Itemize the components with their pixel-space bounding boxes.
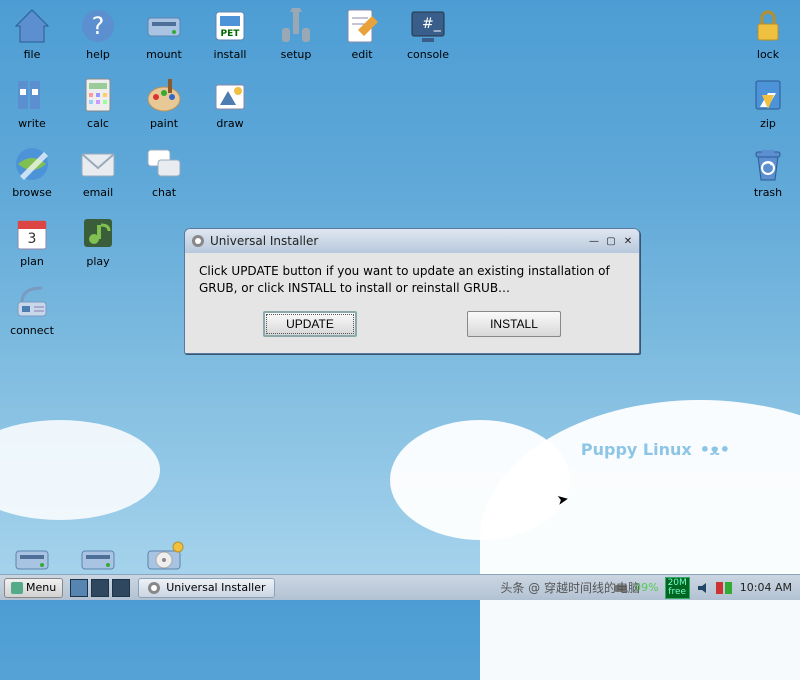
desktop-icon-calc[interactable]: calc — [76, 75, 120, 130]
desktop-icon-email[interactable]: email — [76, 144, 120, 199]
dialog-titlebar[interactable]: Universal Installer — ▢ ✕ — [185, 229, 639, 253]
clock: 10:04 AM — [740, 581, 792, 594]
icon-label: write — [18, 117, 46, 130]
lock-icon — [748, 6, 788, 46]
menu-button[interactable]: Menu — [4, 578, 63, 598]
installer-icon — [191, 234, 205, 248]
taskbar-item-installer[interactable]: Universal Installer — [138, 578, 274, 598]
setup-icon — [276, 6, 316, 46]
universal-installer-dialog: Universal Installer — ▢ ✕ Click UPDATE b… — [184, 228, 640, 354]
svg-text:?: ? — [92, 12, 105, 40]
install-icon: PET — [210, 6, 250, 46]
installer-icon — [147, 581, 161, 595]
help-icon: ? — [78, 6, 118, 46]
zip-icon — [748, 75, 788, 115]
icon-label: console — [407, 48, 449, 61]
taskbar: Menu Universal Installer 99% 20Mfree 10:… — [0, 574, 800, 600]
virtual-desktop-3[interactable] — [112, 579, 130, 597]
console-icon: #_ — [408, 6, 448, 46]
icon-label: help — [86, 48, 110, 61]
icon-label: paint — [150, 117, 178, 130]
disk-icon — [12, 539, 52, 579]
virtual-desktop-1[interactable] — [70, 579, 88, 597]
dialog-body: Click UPDATE button if you want to updat… — [185, 253, 639, 305]
desktop-icon-install[interactable]: PET install — [208, 6, 252, 61]
browse-icon — [12, 144, 52, 184]
trash-icon — [748, 144, 788, 184]
edit-icon — [342, 6, 382, 46]
desktop-icon-help[interactable]: ? help — [76, 6, 120, 61]
menu-icon — [11, 582, 23, 594]
icon-label: trash — [754, 186, 782, 199]
icon-label: lock — [757, 48, 779, 61]
play-icon — [78, 213, 118, 253]
icon-label: play — [86, 255, 109, 268]
home-icon — [12, 6, 52, 46]
desktop-icon-edit[interactable]: edit — [340, 6, 384, 61]
cd-icon — [144, 539, 184, 579]
icon-label: setup — [281, 48, 312, 61]
install-button[interactable]: INSTALL — [467, 311, 561, 337]
icon-label: browse — [12, 186, 52, 199]
icon-label: mount — [146, 48, 182, 61]
tray-volume-icon[interactable] — [696, 581, 710, 595]
desktop-icon-mount[interactable]: mount — [142, 6, 186, 61]
tray-network-icon[interactable] — [716, 582, 734, 594]
write-icon — [12, 75, 52, 115]
calc-icon — [78, 75, 118, 115]
virtual-desktop-2[interactable] — [91, 579, 109, 597]
icon-label: chat — [152, 186, 176, 199]
minimize-button[interactable]: — — [587, 234, 601, 248]
icon-label: connect — [10, 324, 54, 337]
disk-icon — [78, 539, 118, 579]
desktop-icon-draw[interactable]: draw — [208, 75, 252, 130]
desktop-icon-zip[interactable]: zip — [746, 75, 790, 130]
desktop-icon-browse[interactable]: browse — [10, 144, 54, 199]
connect-icon — [12, 282, 52, 322]
cursor-icon: ➤ — [556, 491, 570, 509]
chat-icon — [144, 144, 184, 184]
icon-label: draw — [216, 117, 243, 130]
draw-icon — [210, 75, 250, 115]
watermark-text: 头条 @ 穿越时间线的电脑 — [500, 579, 640, 596]
desktop-icon-paint[interactable]: paint — [142, 75, 186, 130]
icon-label: install — [214, 48, 247, 61]
desktop-icon-plan[interactable]: 3 plan — [10, 213, 54, 268]
desktop-icon-play[interactable]: play — [76, 213, 120, 268]
desktop-icon-setup[interactable]: setup — [274, 6, 318, 61]
paint-icon — [144, 75, 184, 115]
desktop-icon-trash[interactable]: trash — [746, 144, 790, 199]
update-button[interactable]: UPDATE — [263, 311, 357, 337]
system-tray: 99% 20Mfree 10:04 AM — [614, 577, 796, 599]
maximize-button[interactable]: ▢ — [604, 234, 618, 248]
icon-label: edit — [351, 48, 372, 61]
email-icon — [78, 144, 118, 184]
svg-text:#_: #_ — [422, 16, 442, 32]
drive-icon — [144, 6, 184, 46]
tray-free-indicator[interactable]: 20Mfree — [665, 577, 690, 599]
svg-text:3: 3 — [28, 231, 37, 247]
icon-label: plan — [20, 255, 44, 268]
desktop-icon-lock[interactable]: lock — [746, 6, 790, 61]
desktop-icon-connect[interactable]: connect — [10, 282, 54, 337]
desktop-icon-write[interactable]: write — [10, 75, 54, 130]
icon-label: email — [83, 186, 113, 199]
desktop-icon-console[interactable]: #_console — [406, 6, 450, 61]
icon-label: calc — [87, 117, 109, 130]
close-button[interactable]: ✕ — [621, 234, 635, 248]
desktop-icon-file[interactable]: file — [10, 6, 54, 61]
desktop-icon-chat[interactable]: chat — [142, 144, 186, 199]
dialog-title: Universal Installer — [210, 234, 318, 248]
icon-label: file — [24, 48, 41, 61]
svg-text:PET: PET — [221, 29, 241, 39]
icon-label: zip — [760, 117, 776, 130]
plan-icon: 3 — [12, 213, 52, 253]
